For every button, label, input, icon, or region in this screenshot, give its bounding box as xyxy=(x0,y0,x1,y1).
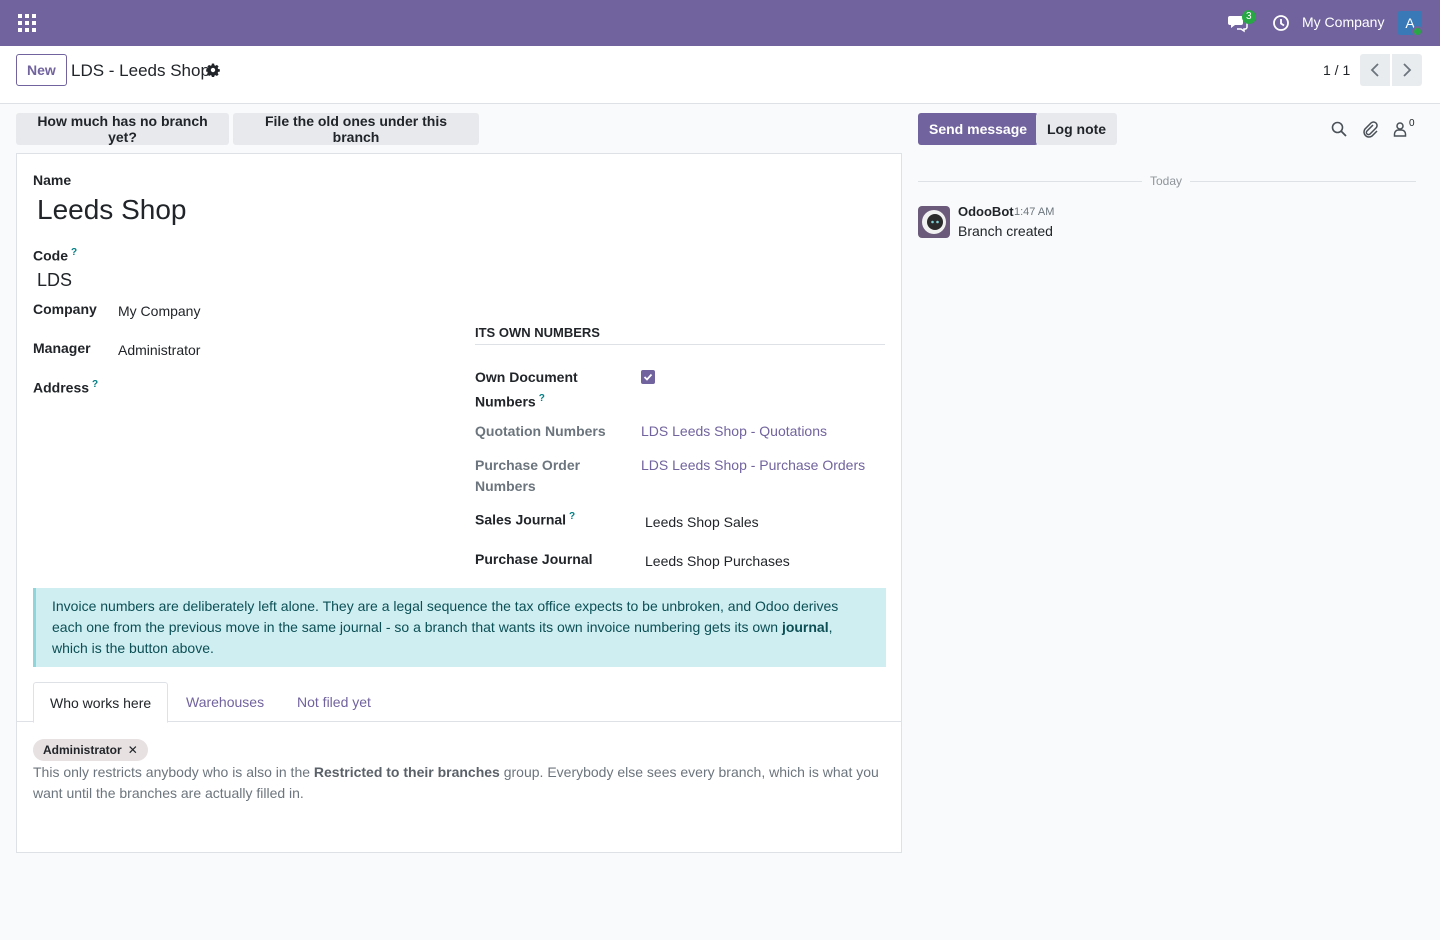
code-label: Code? xyxy=(33,247,77,264)
gear-icon[interactable] xyxy=(206,63,220,77)
address-help-icon[interactable]: ? xyxy=(92,379,98,390)
follower-count: 0 xyxy=(1409,118,1415,129)
record-title: LDS - Leeds Shop xyxy=(71,61,210,80)
note-bold-text: Restricted to their branches xyxy=(313,764,500,780)
online-status-dot xyxy=(1412,26,1423,37)
apps-grid-icon[interactable] xyxy=(18,14,36,32)
alert-text: Invoice numbers are deliberately left al… xyxy=(52,598,839,635)
chevron-left-icon xyxy=(1370,63,1379,77)
own-doc-help-icon[interactable]: ? xyxy=(539,393,545,404)
chevron-right-icon xyxy=(1403,63,1412,77)
branch-restriction-note: This only restricts anybody who is also … xyxy=(33,762,893,804)
name-input[interactable]: Leeds Shop xyxy=(37,194,186,226)
own-numbers-section-title: Its own numbers xyxy=(475,325,885,345)
pager-previous-button[interactable] xyxy=(1360,54,1390,86)
file-old-under-branch-button[interactable]: File the old ones under this branch xyxy=(233,113,479,145)
code-help-icon[interactable]: ? xyxy=(71,247,77,258)
date-label: Today xyxy=(1142,174,1191,188)
code-input[interactable]: LDS xyxy=(37,270,72,291)
manager-label: Manager xyxy=(33,340,91,356)
send-message-button[interactable]: Send message xyxy=(918,113,1039,145)
po-label-line2: Numbers xyxy=(475,478,536,494)
purchase-journal-field[interactable]: Leeds Shop Purchases xyxy=(645,553,790,569)
search-icon[interactable] xyxy=(1330,120,1348,138)
paperclip-icon[interactable] xyxy=(1361,120,1379,138)
sales-journal-label-text: Sales Journal xyxy=(475,511,567,528)
message-body: Branch created xyxy=(958,223,1053,239)
tag-remove-icon[interactable]: ✕ xyxy=(128,743,138,757)
message-author[interactable]: OdooBot xyxy=(958,204,1014,219)
tab-not-filed-yet[interactable]: Not filed yet xyxy=(281,682,387,722)
form-sheet: Name Leeds Shop Code? LDS Company My Com… xyxy=(16,153,902,853)
po-label-line1: Purchase Order xyxy=(475,457,581,473)
name-label: Name xyxy=(33,172,72,188)
sales-journal-field[interactable]: Leeds Shop Sales xyxy=(645,514,759,530)
own-doc-label-line1: Own Document xyxy=(475,369,578,385)
company-switcher[interactable]: My Company xyxy=(1302,14,1384,30)
company-label: Company xyxy=(33,301,97,317)
followers-icon[interactable] xyxy=(1391,120,1409,138)
own-document-numbers-label: Own Document Numbers? xyxy=(475,367,578,413)
log-note-button[interactable]: Log note xyxy=(1036,113,1118,145)
pager-value[interactable]: 1 / 1 xyxy=(1323,62,1350,78)
quotation-numbers-link[interactable]: LDS Leeds Shop - Quotations xyxy=(641,423,827,439)
sales-journal-help-icon[interactable]: ? xyxy=(569,511,575,522)
po-numbers-label: Purchase Order Numbers xyxy=(475,455,580,497)
new-button[interactable]: New xyxy=(16,54,67,86)
tab-who-works-here[interactable]: Who works here xyxy=(33,682,169,723)
sales-journal-label: Sales Journal? xyxy=(475,511,575,528)
alert-bold-text: journal xyxy=(781,619,829,635)
notebook-tabs: Who works here Warehouses Not filed yet xyxy=(17,682,901,723)
user-tag: Administrator ✕ xyxy=(33,739,148,761)
message-time: 1:47 AM xyxy=(1014,206,1055,218)
own-document-numbers-checkbox[interactable] xyxy=(641,370,655,384)
company-field[interactable]: My Company xyxy=(118,303,200,319)
checkmark-icon xyxy=(643,373,653,381)
own-doc-label-line2: Numbers xyxy=(475,393,536,410)
invoice-info-alert: Invoice numbers are deliberately left al… xyxy=(33,588,886,667)
address-label: Address? xyxy=(33,379,98,396)
code-label-text: Code xyxy=(33,247,68,264)
user-tag-label: Administrator xyxy=(43,743,122,757)
top-navbar xyxy=(0,0,1440,46)
po-numbers-link[interactable]: LDS Leeds Shop - Purchase Orders xyxy=(641,457,865,473)
pager-next-button[interactable] xyxy=(1392,54,1422,86)
bot-face-icon xyxy=(922,210,946,234)
address-label-text: Address xyxy=(33,379,90,396)
quotation-numbers-label: Quotation Numbers xyxy=(475,423,606,439)
manager-field[interactable]: Administrator xyxy=(118,342,200,358)
purchase-journal-label: Purchase Journal xyxy=(475,551,593,567)
note-text: This only restricts anybody who is also … xyxy=(33,764,314,780)
chat-badge: 3 xyxy=(1242,10,1256,24)
activity-clock-icon[interactable] xyxy=(1272,14,1290,32)
tab-warehouses[interactable]: Warehouses xyxy=(170,682,280,722)
odoobot-avatar[interactable] xyxy=(918,206,950,238)
no-branch-yet-button[interactable]: How much has no branch yet? xyxy=(16,113,229,145)
control-panel: New LDS - Leeds Shop 1 / 1 xyxy=(0,46,1440,104)
